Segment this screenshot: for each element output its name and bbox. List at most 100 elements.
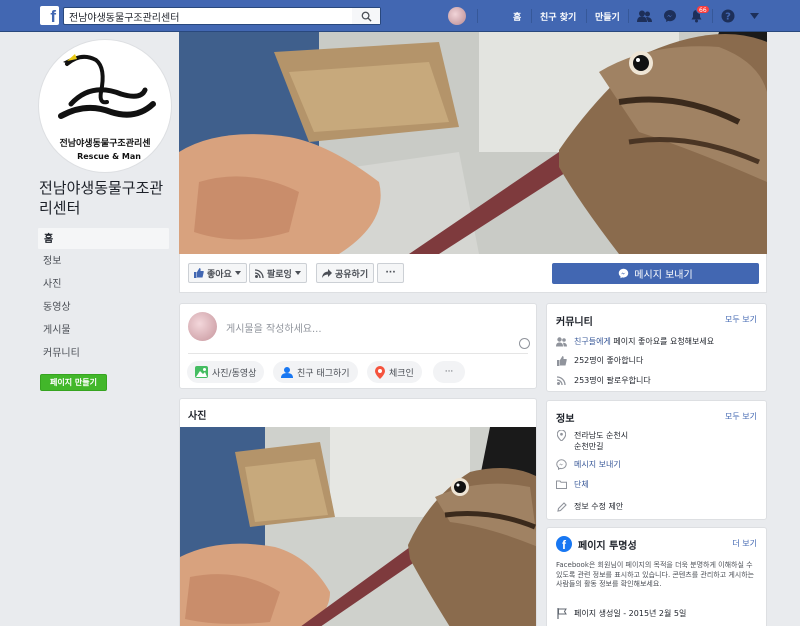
post-composer: 게시물을 작성하세요... 사진/동영상 친구 태그하기 체크인 ···	[179, 303, 537, 389]
page-title[interactable]: 전남야생동물구조관리센터	[39, 178, 174, 218]
photos-section-title[interactable]: 사진	[188, 407, 206, 422]
transparency-header: f 페이지 투명성	[556, 536, 637, 552]
tag-friends-icon	[281, 367, 293, 378]
location-pin-icon	[375, 365, 385, 379]
transparency-description: Facebook은 회원님이 페이지의 목적을 더욱 분명하게 이해하실 수 있…	[556, 561, 755, 588]
top-navigation-bar: f 홈 친구 찾기 만들기 66 ?	[0, 0, 800, 32]
transparency-title: 페이지 투명성	[578, 540, 637, 552]
share-button[interactable]: 공유하기	[316, 263, 375, 283]
location-pin-icon	[556, 430, 567, 441]
invite-friends-text: 페이지 좋아요를 요청해보세요	[613, 337, 715, 346]
sidebar-item-videos[interactable]: 동영상	[37, 296, 170, 319]
suggest-edit-link[interactable]: 정보 수정 제안	[574, 501, 623, 512]
people-icon	[556, 336, 567, 347]
nav-divider	[531, 9, 532, 23]
address-row: 전라남도 순천시 순천만길	[556, 430, 628, 452]
svg-text:?: ?	[725, 12, 731, 23]
folder-icon	[556, 479, 567, 490]
more-actions-button[interactable]: ···	[377, 263, 404, 283]
messenger-icon	[556, 459, 567, 470]
composer-more-button[interactable]: ···	[433, 361, 465, 383]
follows-row: 253명이 팔로우합니다	[556, 375, 651, 386]
follows-count-text: 253명이 팔로우합니다	[574, 376, 651, 385]
address-line-1: 전라남도 순천시	[574, 431, 629, 440]
sidebar-item-about[interactable]: 정보	[37, 250, 170, 273]
page-created-row: 페이지 생성일 - 2015년 2월 5일	[556, 608, 686, 619]
sidebar-item-community[interactable]: 커뮤니티	[37, 342, 170, 365]
nav-create-link[interactable]: 만들기	[595, 10, 620, 23]
invite-friends-link[interactable]: 친구들에게	[574, 337, 611, 346]
photo-thumbnail[interactable]	[180, 427, 536, 626]
community-card: 커뮤니티 모두 보기 친구들에게 페이지 좋아요를 요청해보세요 252명이 좋…	[546, 303, 767, 392]
nav-home-link[interactable]: 홈	[513, 10, 521, 23]
photo-video-button[interactable]: 사진/동영상	[187, 361, 265, 383]
messenger-icon[interactable]	[662, 8, 678, 24]
info-see-all-link[interactable]: 모두 보기	[725, 411, 757, 422]
composer-more-label: ···	[444, 367, 454, 377]
search-box[interactable]	[63, 7, 381, 25]
suggest-edit-row: 정보 수정 제안	[556, 501, 623, 512]
like-button-label: 좋아요	[207, 269, 232, 280]
create-page-button[interactable]: 페이지 만들기	[40, 374, 107, 391]
friend-requests-icon[interactable]	[636, 8, 652, 24]
facebook-logo-icon[interactable]: f	[40, 6, 59, 25]
invite-friends-row: 친구들에게 페이지 좋아요를 요청해보세요	[556, 336, 714, 347]
composer-input[interactable]: 게시물을 작성하세요...	[226, 320, 322, 335]
nav-divider	[477, 9, 478, 23]
photo-icon	[195, 366, 208, 378]
tag-friends-button[interactable]: 친구 태그하기	[273, 361, 358, 383]
sidebar-item-photos[interactable]: 사진	[37, 273, 170, 296]
check-in-button[interactable]: 체크인	[367, 361, 422, 383]
sidebar-item-posts[interactable]: 게시물	[37, 319, 170, 342]
page-sidebar-nav: 홈 정보 사진 동영상 게시물 커뮤니티	[37, 227, 170, 365]
cover-photo[interactable]	[179, 32, 767, 254]
community-see-all-link[interactable]: 모두 보기	[725, 314, 757, 325]
emoji-icon[interactable]	[519, 338, 530, 349]
check-in-label: 체크인	[389, 368, 414, 379]
category-link[interactable]: 단체	[574, 479, 589, 490]
info-title: 정보	[556, 414, 575, 425]
account-menu-chevron-down-icon[interactable]	[746, 8, 762, 24]
chevron-down-icon	[294, 271, 301, 275]
thumbs-up-icon	[194, 268, 204, 278]
logo-english-text: Rescue & Man	[77, 152, 141, 161]
page-created-date: 페이지 생성일 - 2015년 2월 5일	[574, 609, 687, 618]
follow-button-label: 팔로잉	[267, 269, 292, 280]
more-actions-label: ···	[385, 268, 396, 278]
share-button-label: 공유하기	[335, 269, 369, 280]
messenger-icon	[619, 268, 629, 279]
composer-avatar	[188, 312, 217, 341]
like-button[interactable]: 좋아요	[188, 263, 247, 283]
info-send-message-link[interactable]: 메시지 보내기	[574, 459, 621, 470]
follow-button[interactable]: 팔로잉	[249, 263, 307, 283]
category-row: 단체	[556, 479, 589, 490]
nav-find-friends-link[interactable]: 친구 찾기	[540, 10, 576, 23]
pencil-icon	[556, 501, 567, 512]
likes-row: 252명이 좋아합니다	[556, 355, 643, 366]
transparency-see-more-link[interactable]: 더 보기	[732, 538, 757, 549]
likes-count-text: 252명이 좋아합니다	[574, 356, 644, 365]
about-info-card: 정보 모두 보기 전라남도 순천시 순천만길 메시지 보내기 단체 정보 수정 제…	[546, 400, 767, 520]
send-message-button[interactable]: 메시지 보내기	[552, 263, 759, 284]
sidebar-item-home[interactable]: 홈	[37, 227, 170, 250]
search-input[interactable]	[69, 9, 349, 23]
community-title: 커뮤니티	[556, 317, 593, 328]
notification-count-badge: 66	[696, 5, 710, 14]
facebook-f-icon: f	[556, 536, 572, 552]
send-message-label: 메시지 보내기	[634, 270, 693, 281]
help-icon[interactable]: ?	[720, 8, 736, 24]
chevron-down-icon	[234, 271, 241, 275]
flag-icon	[556, 608, 567, 619]
logo-korean-text: 전남야생동물구조관리센	[59, 137, 150, 149]
rss-follow-icon	[556, 375, 567, 386]
share-arrow-icon	[322, 268, 332, 278]
photo-video-label: 사진/동영상	[212, 368, 257, 379]
page-transparency-card: f 페이지 투명성 더 보기 Facebook은 회원님이 페이지의 목적을 더…	[546, 527, 767, 626]
page-profile-picture[interactable]: 전남야생동물구조관리센 Rescue & Man	[39, 40, 171, 172]
photos-section: 사진	[179, 398, 537, 626]
search-icon[interactable]	[352, 8, 380, 24]
composer-divider	[188, 353, 528, 354]
thumbs-up-icon	[556, 355, 567, 366]
rss-follow-icon	[255, 268, 264, 278]
profile-avatar[interactable]	[448, 7, 466, 25]
